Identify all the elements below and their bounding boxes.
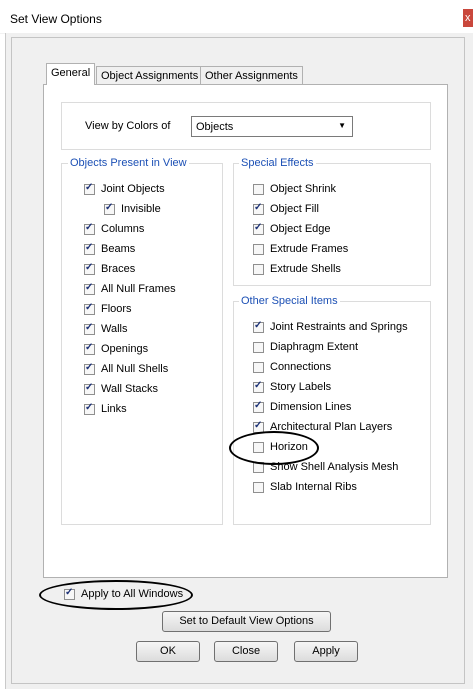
checkbox-checked[interactable] [84, 362, 95, 375]
tab-other-assignments[interactable]: Other Assignments [200, 66, 303, 84]
checkbox-label: Show Shell Analysis Mesh [270, 461, 399, 473]
checkbox-label: Joint Restraints and Springs [270, 321, 408, 333]
checkbox-checked[interactable] [84, 282, 95, 295]
checkbox-unchecked[interactable] [253, 342, 264, 353]
checkbox-label: Apply to All Windows [81, 588, 184, 600]
checkbox-unchecked[interactable] [253, 264, 264, 275]
checkbox-label: Floors [101, 303, 132, 315]
checkbox-unchecked[interactable] [253, 184, 264, 195]
checkbox-label: Object Edge [270, 223, 331, 235]
checkbox-checked[interactable] [84, 382, 95, 395]
checkbox-label: Walls [101, 323, 128, 335]
checkbox-label: Story Labels [270, 381, 332, 393]
close-button[interactable]: Close [214, 641, 278, 662]
checkbox-label: Object Shrink [270, 183, 337, 195]
checkbox-label: Braces [101, 263, 136, 275]
checkbox-checked[interactable] [84, 402, 95, 415]
checkbox-checked[interactable] [84, 242, 95, 255]
close-icon[interactable]: x [463, 9, 473, 27]
checkbox-label: Slab Internal Ribs [270, 481, 357, 493]
checkbox-label: Columns [101, 223, 145, 235]
checkbox-checked[interactable] [84, 222, 95, 235]
checkbox-label: Dimension Lines [270, 401, 352, 413]
set-default-button[interactable]: Set to Default View Options [162, 611, 331, 632]
checkbox-checked[interactable] [84, 342, 95, 355]
checkbox-unchecked[interactable] [253, 442, 264, 453]
checkbox-unchecked[interactable] [253, 462, 264, 473]
checkbox-label: Object Fill [270, 203, 319, 215]
checkbox-checked[interactable] [253, 320, 264, 333]
window-title: Set View Options [10, 12, 102, 26]
checkbox-unchecked[interactable] [253, 482, 264, 493]
checkbox-unchecked[interactable] [253, 244, 264, 255]
checkbox-checked[interactable] [84, 262, 95, 275]
checkbox-checked[interactable] [253, 420, 264, 433]
checkbox-label: Diaphragm Extent [270, 341, 359, 353]
checkbox-unchecked[interactable] [253, 362, 264, 373]
checkbox-label: Wall Stacks [101, 383, 159, 395]
view-by-value: Objects [196, 121, 234, 133]
checkbox-checked[interactable] [64, 587, 75, 600]
checkbox-checked[interactable] [84, 182, 95, 195]
checkbox-label: All Null Frames [101, 283, 176, 295]
checkbox-label: Joint Objects [101, 183, 165, 195]
checkbox-label: Extrude Frames [270, 243, 349, 255]
checkbox-checked[interactable] [253, 222, 264, 235]
ok-button[interactable]: OK [136, 641, 200, 662]
tab-general[interactable]: General [46, 63, 96, 85]
checkbox-checked[interactable] [84, 302, 95, 315]
checkbox-checked[interactable] [253, 202, 264, 215]
checkbox-checked[interactable] [253, 380, 264, 393]
tab-object-assignments[interactable]: Object Assignments [96, 66, 204, 84]
checkbox-label: Horizon [270, 441, 308, 453]
checkbox-label: Links [101, 403, 127, 415]
checkbox-checked[interactable] [84, 322, 95, 335]
checkbox-checked[interactable] [104, 202, 115, 215]
checkbox-label: Architectural Plan Layers [270, 421, 393, 433]
checkbox-label: Extrude Shells [270, 263, 341, 275]
apply-button[interactable]: Apply [294, 641, 358, 662]
other-special-title: Other Special Items [239, 295, 340, 307]
checkbox-label: Connections [270, 361, 332, 373]
chevron-down-icon[interactable]: ▼ [338, 121, 346, 130]
checkbox-label: Beams [101, 243, 136, 255]
checkbox-label: Invisible [121, 203, 161, 215]
checkbox-label: Openings [101, 343, 149, 355]
view-by-label: View by Colors of [85, 120, 171, 132]
checkbox-label: All Null Shells [101, 363, 169, 375]
title-bar: Set View Options x [0, 0, 473, 34]
checkbox-checked[interactable] [253, 400, 264, 413]
special-effects-title: Special Effects [239, 157, 316, 169]
view-by-select[interactable]: Objects ▼ [191, 116, 353, 137]
objects-present-title: Objects Present in View [68, 157, 189, 169]
